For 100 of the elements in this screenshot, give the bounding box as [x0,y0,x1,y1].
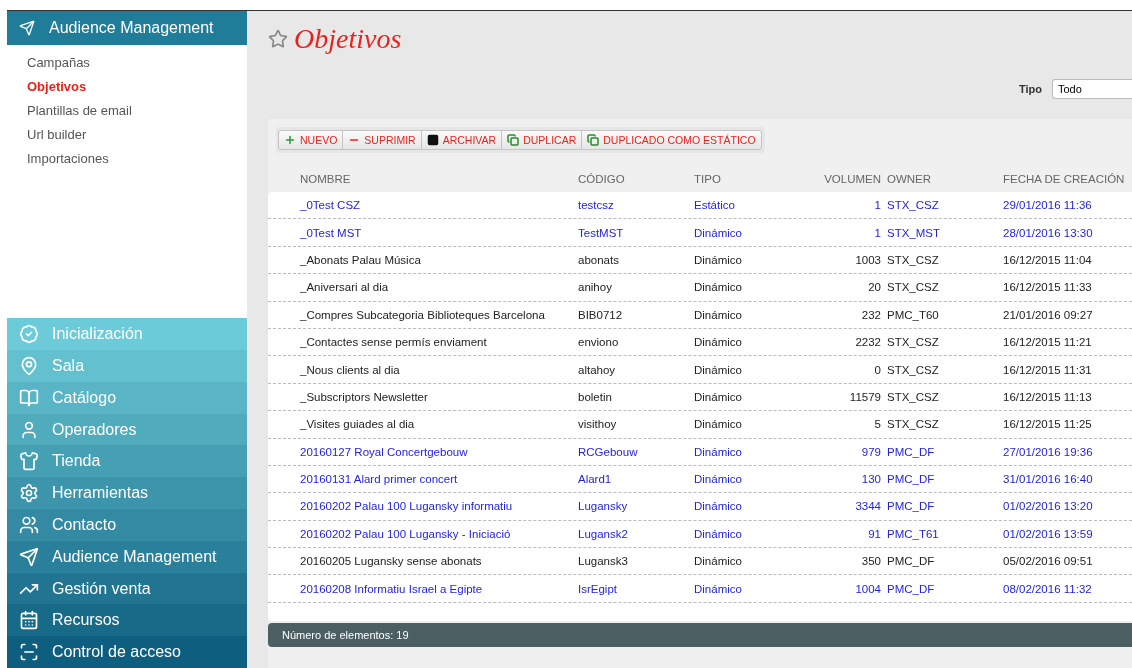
shirt-icon [19,451,39,472]
table-cell-text: _Compres Subcategoria Biblioteques Barcelona [300,308,546,321]
copy-icon [507,134,520,146]
sidebar-module[interactable]: Herramientas [7,477,247,509]
table-cell-text: 20 [867,281,881,294]
column-header[interactable]: NOMBRE [300,173,572,185]
copy-icon [587,134,600,146]
sidebar-item[interactable]: Objetivos [27,75,247,99]
table-cell-text: 130 [860,473,881,486]
table-cell-text: Lugansky [578,500,629,513]
table-cell-text: Dinámico [694,308,743,321]
table-cell-text: Dinámico [694,336,743,349]
sidebar-item[interactable]: Importaciones [27,147,247,171]
table-cell-text: anihoy [578,281,613,294]
calendar-icon [19,610,39,631]
table-cell-text: 0 [873,363,881,376]
table-cell-text: STX_CSZ [887,253,940,266]
table-cell-text: _Subscriptors Newsletter [300,390,429,403]
table-cell-text: PMC_DF [887,473,936,486]
table-cell-text: 16/12/2015 11:33 [1003,281,1093,294]
sidebar-item[interactable]: Campañas [27,51,247,75]
toolbar-button[interactable]: NUEVO [278,130,344,150]
table-cell-text: abonats [578,253,620,266]
sidebar-module[interactable]: Tienda [7,445,247,478]
column-header[interactable]: OWNER [887,173,997,185]
table-cell-text: 16/12/2015 11:13 [1003,390,1093,403]
table-cell-text: _Contactes sense permís enviament [300,336,488,349]
table-cell-text: STX_CSZ [887,281,940,294]
page-title: Objetivos [294,23,402,55]
table-cell-text: 20160127 Royal Concertgebouw [300,445,469,458]
table-cell-text: _Abonats Palau Música [300,253,422,266]
table-cell-text: _Visites guiades al dia [300,418,416,431]
sidebar-module[interactable]: Recursos [7,604,247,637]
plus-icon [284,134,296,146]
star-icon[interactable] [268,29,288,49]
sidebar-module[interactable]: Audience Management [7,540,247,573]
table-cell-text: _0Test MST [300,226,363,239]
status-bar: Número de elementos: 19 [268,623,1132,647]
table-cell-text: PMC_DF [887,555,936,568]
table-cell-text: 31/01/2016 16:40 [1003,473,1094,486]
table-cell-text: 2232 [854,336,881,349]
table-cell-text: Dinámico [694,418,743,431]
table-cell-text: 3344 [854,500,881,513]
table-cell-text: BIB0712 [578,308,624,321]
table-cell-text: 232 [860,308,881,321]
table-cell-text: 11579 [848,390,881,403]
map-pin-icon [19,355,39,376]
table-cell-text: Dinámico [694,281,743,294]
column-header[interactable]: CÓDIGO [578,173,688,185]
table-cell-text: 20160131 Alard primer concert [300,473,459,486]
table-cell-text: STX_CSZ [887,418,940,431]
table-cell-text: Dinámico [694,527,743,540]
table-cell-text: 979 [860,445,881,458]
table-cell-text: Estático [694,199,736,212]
sidebar-module[interactable]: Catálogo [7,381,247,414]
table-cell-text: Lugansk2 [578,527,629,540]
table-cell-text: 16/12/2015 11:25 [1003,418,1093,431]
table-cell-text: 27/01/2016 19:36 [1003,445,1094,458]
table-cell-text: 20160205 Lugansky sense abonats [300,555,483,568]
filter-label: Tipo [1019,83,1042,95]
sidebar-module[interactable]: Control de acceso [7,636,247,668]
table-cell-text: Dinámico [694,390,743,403]
toolbar-button[interactable]: ARCHIVAR [420,130,503,150]
table-cell-text: testcsz [578,199,615,212]
sidebar-module[interactable]: Gestión venta [7,572,247,605]
toolbar-button[interactable]: DUPLICAR [501,130,583,150]
paper-plane-icon [19,546,39,567]
table-cell-text: Dinámico [694,500,743,513]
table-cell-text: 08/02/2016 11:32 [1003,582,1093,595]
table-cell-text: 20160202 Palau 100 Lugansky - Iniciació [300,527,512,540]
sidebar-item[interactable]: Plantillas de email [27,99,247,123]
table-cell-text: altahoy [578,363,617,376]
table-cell-text: boletin [578,390,613,403]
table-cell-text: enviono [578,336,620,349]
table-cell-text: STX_CSZ [887,199,940,212]
table-cell-text: 29/01/2016 11:36 [1003,199,1093,212]
sidebar-module[interactable]: Contacto [7,509,247,541]
sidebar-module[interactable]: Operadores [7,413,247,446]
table-cell-text: _Nous clients al dia [300,363,401,376]
table-cell-text: STX_CSZ [887,363,940,376]
settings-icon [19,483,39,504]
user-icon [19,419,39,440]
type-select[interactable]: Todo [1052,79,1132,99]
sidebar-section-header[interactable]: Audience Management [7,11,247,45]
toolbar-button[interactable]: DUPLICADO COMO ESTÁTICO [581,130,762,150]
column-header[interactable]: VOLUMEN [805,173,881,185]
table-cell-text: PMC_DF [887,582,936,595]
book-icon [19,387,39,408]
table-cell-text: STX_CSZ [887,390,940,403]
table-cell-text: 01/02/2016 13:59 [1003,527,1094,540]
badge-check-icon [19,324,39,345]
column-header[interactable]: TIPO [694,173,799,185]
table-cell-text: 1 [873,199,881,212]
users-icon [19,514,39,535]
table-cell-text: Dinámico [694,582,743,595]
table-cell-text: Dinámico [694,445,743,458]
sidebar-item[interactable]: Url builder [27,123,247,147]
table-cell-text: RCGebouw [578,445,639,458]
column-header[interactable]: FECHA DE CREACIÓN [1003,173,1132,185]
toolbar-button[interactable]: SUPRIMIR [342,130,422,150]
